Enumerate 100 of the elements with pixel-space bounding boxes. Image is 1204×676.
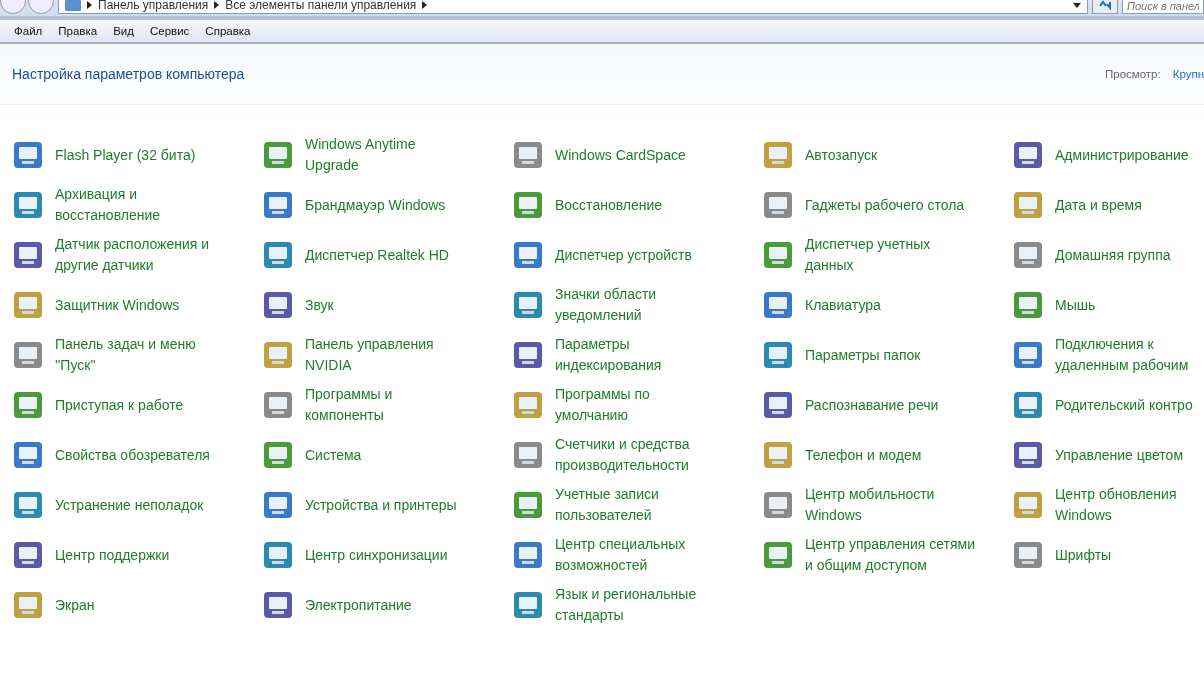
tile-icon [762,289,794,321]
menu-item[interactable]: Сервис [141,23,198,39]
menu-item[interactable]: Вид [105,23,142,39]
applet-link[interactable]: Диспетчер учетных данных [805,234,931,276]
applet-link[interactable]: Панель управления NVIDIA [305,334,434,376]
tile-icon [262,389,294,421]
tile-icon [12,439,44,471]
tile-icon [512,289,544,321]
breadcrumb[interactable]: Все элементы панели управления [225,0,417,11]
applet-link[interactable]: Счетчики и средства производительности [555,434,690,476]
tile-icon [762,389,794,421]
applet-link[interactable]: Управление цветом [1055,444,1183,466]
view-link[interactable]: Крупн [1172,68,1204,80]
menu-item[interactable]: Правка [50,23,106,39]
applet-link[interactable]: Параметры индексирования [555,334,662,376]
chevron-icon [87,1,92,9]
applet-link[interactable]: Звук [305,294,334,316]
applet-link[interactable]: Распознавание речи [805,394,939,416]
applet-link[interactable]: Центр мобильности Windows [805,484,935,526]
applet-link[interactable]: Шрифты [1055,544,1112,566]
applet-link[interactable]: Экран [55,594,95,616]
refresh-button[interactable] [1092,0,1118,14]
applet-link[interactable]: Восстановление [555,194,663,216]
tile-icon [12,139,44,171]
applet-link[interactable]: Flash Player (32 бита) [55,144,196,166]
refresh-icon [1098,0,1112,10]
applet-link[interactable]: Программы по умолчанию [555,384,650,426]
applet-link[interactable]: Система [305,444,362,466]
applet-link[interactable]: Подключения к удаленным рабочим [1055,334,1189,376]
applet-link[interactable]: Автозапуск [805,144,878,166]
tile-icon [762,139,794,171]
tile-icon [1012,489,1044,521]
applet-link[interactable]: Windows CardSpace [555,144,686,166]
dropdown-icon[interactable] [1073,2,1081,8]
applet-link[interactable]: Телефон и модем [805,444,922,466]
applet-link[interactable]: Мышь [1055,294,1096,316]
applet-link[interactable]: Приступая к работе [55,394,184,416]
applet-link[interactable]: Диспетчер устройств [555,244,692,266]
tile-icon [512,239,544,271]
applet-link[interactable]: Центр управления сетями и общим доступом [805,534,975,576]
tile-icon [1012,239,1044,271]
tile-icon [512,389,544,421]
tile-icon [512,189,544,221]
tile-icon [262,339,294,371]
applet-link[interactable]: Устройства и принтеры [305,494,457,516]
folder-icon [65,0,81,11]
applet-link[interactable]: Свойства обозревателя [55,444,210,466]
applet-link[interactable]: Гаджеты рабочего стола [805,194,965,216]
tile-icon [1012,539,1044,571]
tile-icon [1012,289,1044,321]
breadcrumb[interactable]: Панель управления [98,0,209,11]
address-bar[interactable]: Панель управления Все элементы панели управления [58,0,1088,14]
applet-link[interactable]: Брандмауэр Windows [305,194,446,216]
applet-link[interactable]: Дата и время [1055,194,1142,216]
applet-link[interactable]: Учетные записи пользователей [555,484,659,526]
menu-item[interactable]: Файл [6,23,51,39]
applet-link[interactable]: Родительский контро [1055,394,1193,416]
applet-link[interactable]: Клавиатура [805,294,881,316]
applet-link[interactable]: Диспетчер Realtek HD [305,244,449,266]
applet-link[interactable]: Центр обновления Windows [1055,484,1177,526]
tile-icon [762,339,794,371]
tile-icon [262,589,294,621]
applet-link[interactable]: Язык и региональные стандарты [555,584,697,626]
applet-link[interactable]: Панель задач и меню ''Пуск'' [55,334,196,376]
page-title: Настройка параметров компьютера [12,66,245,82]
tile-icon [262,289,294,321]
applet-link[interactable]: Центр синхронизации [305,544,448,566]
applet-link[interactable]: Электропитание [305,594,412,616]
applet-link[interactable]: Защитник Windows [55,294,180,316]
applet-link[interactable]: Значки области уведомлений [555,284,657,326]
tile-icon [1012,189,1044,221]
applet-link[interactable]: Программы и компоненты [305,384,393,426]
tile-icon [12,489,44,521]
applet-link[interactable]: Домашняя группа [1055,244,1171,266]
applet-link[interactable]: Датчик расположения и другие датчики [55,234,210,276]
tile-icon [262,439,294,471]
tile-icon [762,489,794,521]
tile-icon [762,539,794,571]
tile-icon [1012,389,1044,421]
tile-icon [762,439,794,471]
applet-link[interactable]: Архивация и восстановление [55,184,161,226]
tile-icon [12,339,44,371]
tile-icon [12,289,44,321]
search-field[interactable]: Поиск в панел [1122,0,1204,14]
tile-icon [12,589,44,621]
tile-icon [512,589,544,621]
tile-icon [762,239,794,271]
tile-icon [262,539,294,571]
applet-link[interactable]: Центр специальных возможностей [555,534,686,576]
tile-icon [262,489,294,521]
applet-link[interactable]: Администрирование [1055,144,1189,166]
applet-link[interactable]: Центр поддержки [55,544,170,566]
tile-icon [762,189,794,221]
applet-link[interactable]: Параметры папок [805,344,921,366]
applet-link[interactable]: Windows Anytime Upgrade [305,134,416,176]
menu-item[interactable]: Справка [197,23,259,39]
tile-icon [12,239,44,271]
tile-icon [12,539,44,571]
tile-icon [512,539,544,571]
applet-link[interactable]: Устранение неполадок [55,494,204,516]
